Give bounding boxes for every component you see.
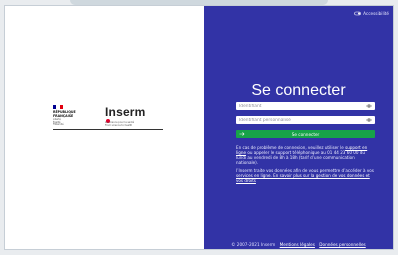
logo-divider: [53, 129, 163, 130]
footer-link-privacy[interactable]: Données personnelles: [319, 242, 365, 247]
login-button-label: Se connecter: [291, 131, 320, 137]
republique-motto: Liberté Égalité Fraternité: [53, 118, 64, 127]
accessibility-link[interactable]: Accessibilité: [354, 11, 389, 16]
identifier-input[interactable]: Identifiant: [236, 102, 375, 110]
password-placeholder: Identifiant personnalisé: [239, 117, 291, 123]
password-input[interactable]: Identifiant personnalisé: [236, 116, 375, 124]
login-window: RÉPUBLIQUE FRANÇAISE Liberté Égalité Fra…: [4, 5, 394, 250]
inserm-wordmark: Inserm: [105, 105, 146, 119]
privacy-link[interactable]: services en ligne. En savoir plus sur la…: [236, 173, 370, 183]
branding-panel: RÉPUBLIQUE FRANÇAISE Liberté Égalité Fra…: [5, 6, 204, 249]
accessibility-label: Accessibilité: [363, 11, 389, 16]
support-info: En cas de problème de connexion, veuille…: [236, 145, 375, 165]
eye-icon[interactable]: [366, 118, 372, 122]
footer: © 2007-2021 Inserm Mentions légales Donn…: [204, 242, 393, 247]
republique-francaise-logo: RÉPUBLIQUE FRANÇAISE Liberté Égalité Fra…: [53, 105, 83, 127]
footer-link-legal[interactable]: Mentions légales: [280, 242, 315, 247]
accessibility-toggle-icon: [354, 11, 361, 16]
identifier-placeholder: Identifiant: [239, 103, 262, 109]
login-panel: Accessibilité Se connecter Identifiant I…: [204, 6, 393, 249]
french-flag-icon: [53, 105, 63, 109]
login-title: Se connecter: [251, 82, 346, 99]
privacy-info: l’Inserm traite vos données afin de vous…: [236, 168, 375, 183]
logo-row: RÉPUBLIQUE FRANÇAISE Liberté Égalité Fra…: [53, 105, 163, 127]
eye-icon[interactable]: [366, 104, 372, 108]
inserm-logo: Inserm La science pour la santé From sci…: [105, 105, 165, 127]
browser-frame: RÉPUBLIQUE FRANÇAISE Liberté Égalité Fra…: [0, 0, 398, 255]
inserm-tagline: La science pour la santé From science to…: [105, 121, 135, 127]
support-text-after: ou appeler le support téléphonique au 01…: [236, 150, 365, 166]
footer-copyright: © 2007-2021 Inserm: [231, 242, 276, 247]
login-button[interactable]: Se connecter: [236, 130, 375, 138]
